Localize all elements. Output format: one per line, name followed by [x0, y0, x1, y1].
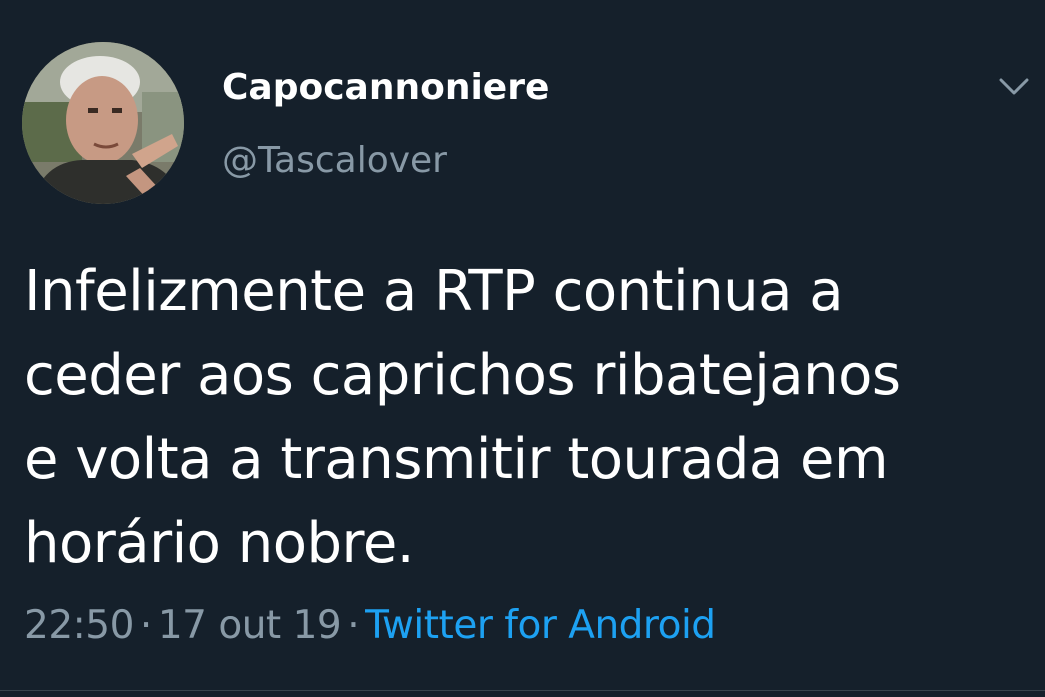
- tweet-meta: 22:50 · 17 out 19 · Twitter for Android: [24, 600, 716, 652]
- meta-separator: ·: [347, 603, 360, 648]
- avatar[interactable]: [22, 42, 184, 204]
- tweet-time[interactable]: 22:50: [24, 603, 134, 648]
- avatar-photo: [22, 42, 184, 204]
- tweet-text-line: e volta a transmitir tourada em: [24, 427, 889, 492]
- tweet-source-link[interactable]: Twitter for Android: [365, 603, 716, 648]
- chevron-down-icon[interactable]: [996, 72, 1032, 102]
- divider: [0, 690, 1045, 691]
- tweet-text-line: horário nobre.: [24, 511, 415, 576]
- tweet-text: Infelizmente a RTP continua a ceder aos …: [24, 250, 1024, 586]
- meta-separator: ·: [139, 603, 152, 648]
- tweet-card: Capocannoniere @Tascalover Infelizmente …: [0, 0, 1045, 697]
- tweet-text-line: ceder aos caprichos ribatejanos: [24, 343, 901, 408]
- author-name[interactable]: Capocannoniere: [222, 66, 549, 110]
- author-handle[interactable]: @Tascalover: [222, 138, 447, 184]
- tweet-date[interactable]: 17 out 19: [158, 603, 342, 648]
- tweet-text-line: Infelizmente a RTP continua a: [24, 259, 844, 324]
